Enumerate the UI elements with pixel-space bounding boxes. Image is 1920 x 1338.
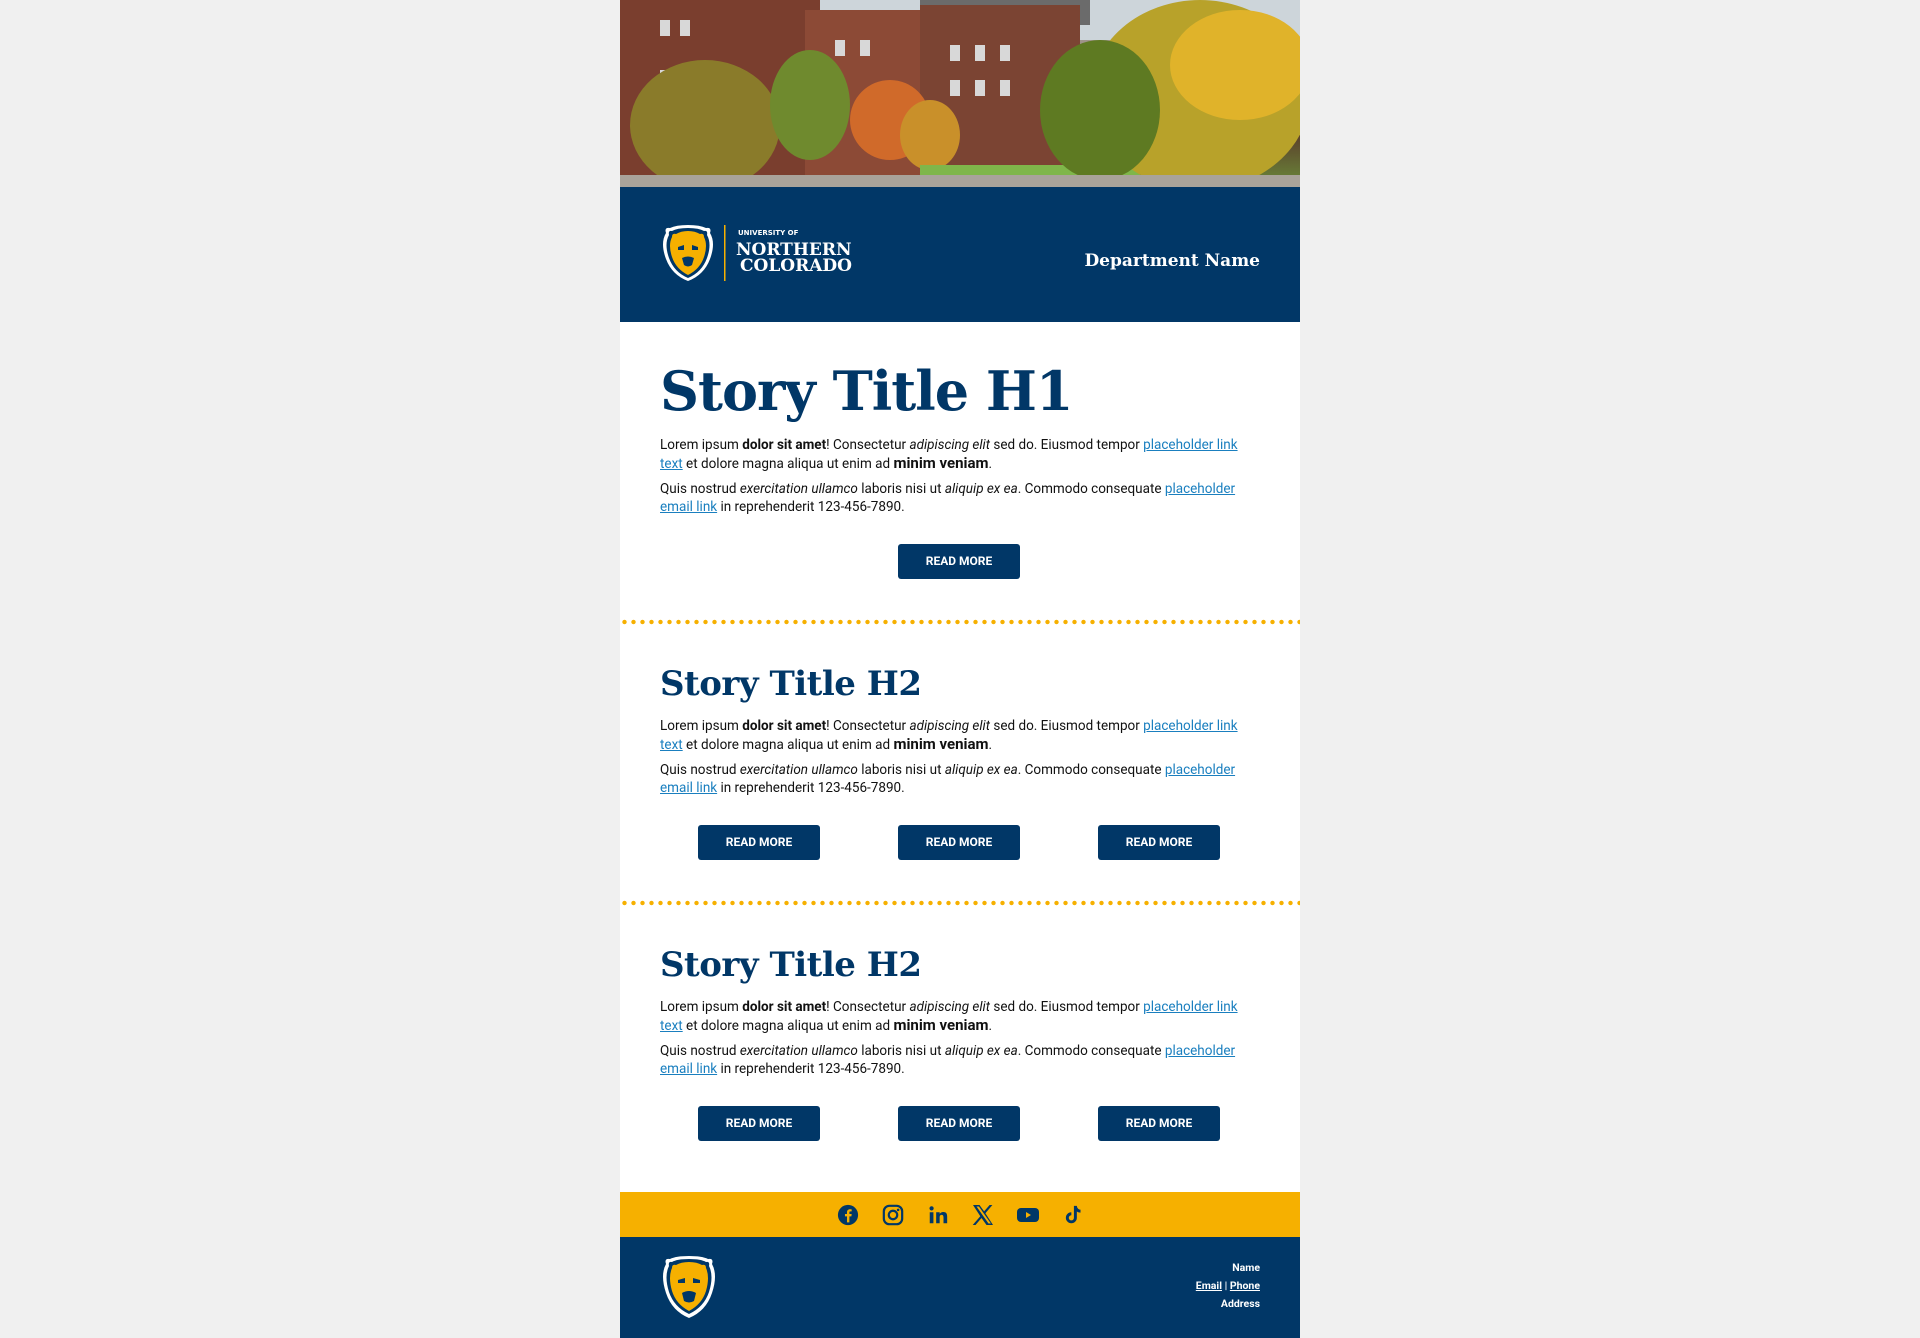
linkedin-icon[interactable] bbox=[926, 1203, 950, 1227]
x-icon[interactable] bbox=[971, 1203, 995, 1227]
story-title-h1: Story Title H1 bbox=[660, 359, 1074, 423]
facebook-icon[interactable] bbox=[836, 1203, 860, 1227]
tiktok-icon[interactable] bbox=[1061, 1203, 1085, 1227]
header: UNIVERSITY OF NORTHERN COLORADO Departme… bbox=[620, 187, 1300, 322]
bear-logo-icon[interactable] bbox=[660, 1256, 718, 1318]
story-paragraph-2: Quis nostrud exercitation ullamco labori… bbox=[660, 481, 1236, 515]
read-more-button-2[interactable]: READ MORE bbox=[898, 825, 1020, 860]
read-more-button-2[interactable]: READ MORE bbox=[898, 1106, 1020, 1141]
story-title-h2: Story Title H2 bbox=[660, 664, 922, 704]
department-name: Department Name bbox=[1084, 251, 1260, 271]
story-paragraph-1: Lorem ipsum dolor sit amet! Consectetur … bbox=[660, 437, 1238, 472]
contact-info: Name Email | Phone Address bbox=[1196, 1259, 1260, 1313]
story-1: Story Title H1 Lorem ipsum dolor sit ame… bbox=[620, 322, 1300, 619]
read-more-button-1[interactable]: READ MORE bbox=[698, 1106, 820, 1141]
instagram-icon[interactable] bbox=[881, 1203, 905, 1227]
contact-address: Address bbox=[1220, 1297, 1260, 1310]
read-more-button[interactable]: READ MORE bbox=[898, 544, 1020, 579]
phone-link[interactable]: Phone bbox=[1230, 1279, 1260, 1292]
email-link[interactable]: Email bbox=[1196, 1279, 1222, 1292]
story-title-h2: Story Title H2 bbox=[660, 945, 922, 985]
story-2: Story Title H2 Lorem ipsum dolor sit ame… bbox=[620, 625, 1300, 900]
youtube-icon[interactable] bbox=[1016, 1203, 1040, 1227]
unc-logo[interactable]: UNIVERSITY OF NORTHERN COLORADO bbox=[660, 225, 856, 281]
story-paragraph-2: Quis nostrud exercitation ullamco labori… bbox=[660, 762, 1236, 796]
email-container: UNIVERSITY OF NORTHERN COLORADO Departme… bbox=[620, 0, 1300, 1338]
contact-name: Name bbox=[1232, 1261, 1260, 1274]
footer: Name Email | Phone Address bbox=[620, 1237, 1300, 1338]
read-more-button-3[interactable]: READ MORE bbox=[1098, 1106, 1220, 1141]
social-bar bbox=[620, 1192, 1300, 1237]
hero-image bbox=[620, 0, 1300, 187]
read-more-button-1[interactable]: READ MORE bbox=[698, 825, 820, 860]
story-paragraph-2: Quis nostrud exercitation ullamco labori… bbox=[660, 1043, 1236, 1077]
read-more-button-3[interactable]: READ MORE bbox=[1098, 825, 1220, 860]
story-3: Story Title H2 Lorem ipsum dolor sit ame… bbox=[620, 906, 1300, 1141]
story-paragraph-1: Lorem ipsum dolor sit amet! Consectetur … bbox=[660, 999, 1238, 1034]
logo-small-text: UNIVERSITY OF bbox=[738, 229, 799, 237]
story-paragraph-1: Lorem ipsum dolor sit amet! Consectetur … bbox=[660, 718, 1238, 753]
logo-line2: COLORADO bbox=[740, 256, 852, 276]
